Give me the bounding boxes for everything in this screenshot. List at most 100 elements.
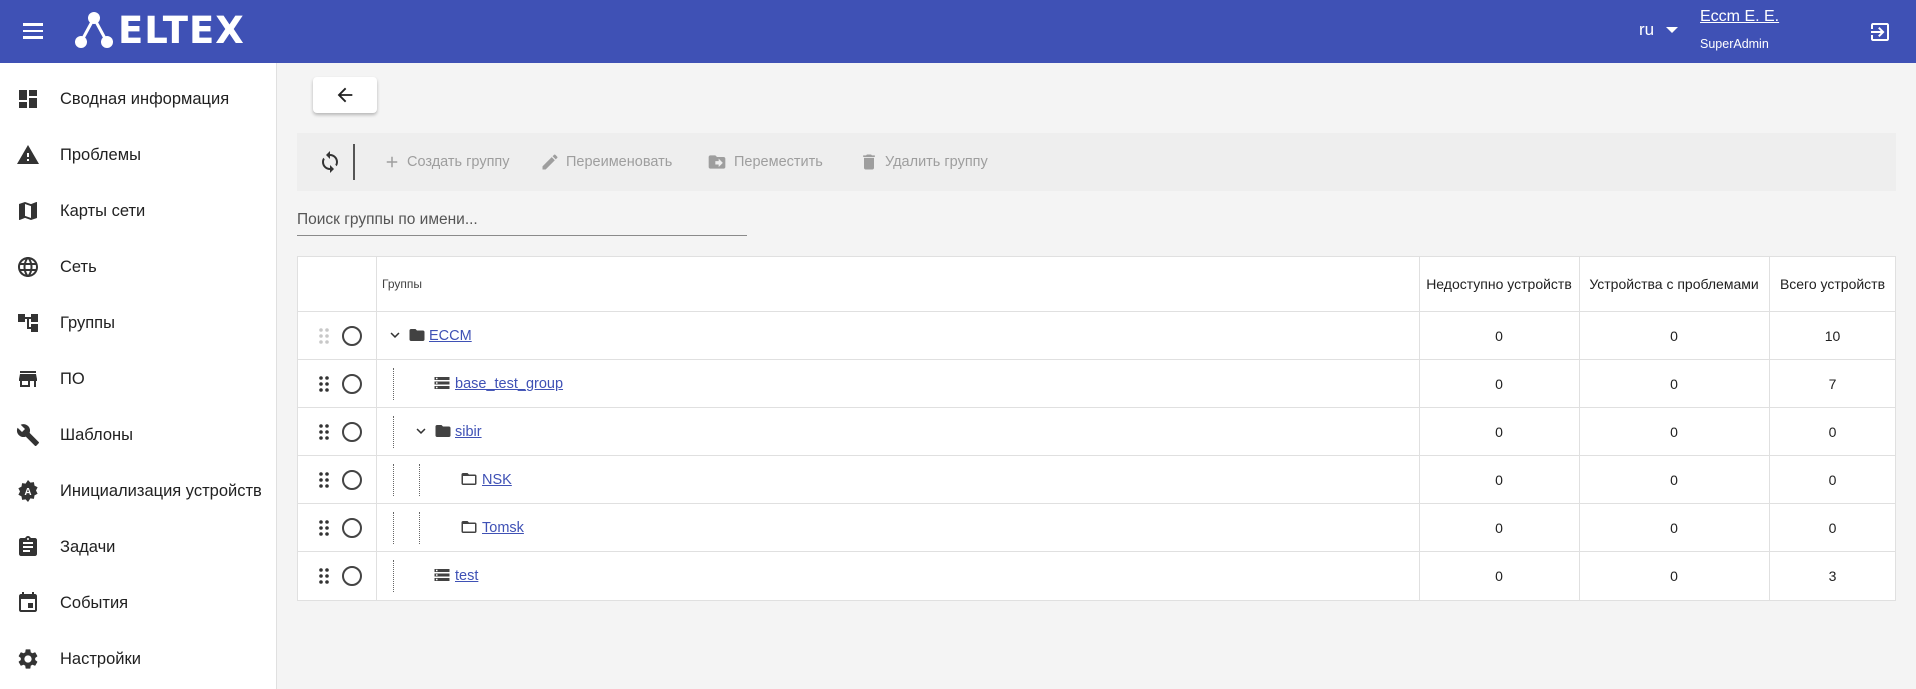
dropdown-caret-icon <box>1666 27 1679 33</box>
rename-label: Переименовать <box>566 154 673 170</box>
unavailable-count: 0 <box>1495 375 1503 392</box>
table-row[interactable]: test 0 0 3 <box>298 552 1895 600</box>
total-count: 7 <box>1828 375 1837 392</box>
folder-move-icon <box>708 155 726 169</box>
header-groups[interactable]: Группы <box>382 257 422 311</box>
sidebar: Сводная информация Проблемы Карты сети С… <box>0 63 277 689</box>
table-row[interactable]: sibir 0 0 0 <box>298 408 1895 456</box>
header-unavailable-devices[interactable]: Недоступно устройств <box>1419 257 1579 311</box>
sidebar-item-network-maps[interactable]: Карты сети <box>0 183 277 239</box>
trash-icon <box>863 154 875 170</box>
sidebar-item-device-init[interactable]: A Инициализация устройств <box>0 463 277 519</box>
total-count: 0 <box>1828 423 1837 440</box>
sidebar-item-label: Карты сети <box>60 201 146 220</box>
group-search-input[interactable] <box>297 206 747 234</box>
folder-icon <box>409 329 425 341</box>
rename-button[interactable]: Переименовать <box>540 150 672 174</box>
back-button[interactable] <box>313 77 377 113</box>
total-count: 10 <box>1824 327 1841 344</box>
dashboard-icon <box>19 90 37 108</box>
sidebar-item-software[interactable]: ПО <box>0 351 277 407</box>
sidebar-item-label: Инициализация устройств <box>60 481 262 500</box>
table-row[interactable]: ECCM 0 0 10 <box>298 312 1895 360</box>
group-name-link[interactable]: Tomsk <box>482 504 524 551</box>
sidebar-item-label: События <box>60 593 129 612</box>
drag-handle-icon[interactable] <box>314 360 334 407</box>
sidebar-item-label: Сеть <box>60 257 97 276</box>
unavailable-count: 0 <box>1495 423 1503 440</box>
unavailable-count: 0 <box>1495 327 1503 344</box>
row-radio[interactable] <box>342 360 364 407</box>
drag-handle-icon[interactable] <box>314 312 334 359</box>
groups-toolbar: Создать группу Переименовать Переместить… <box>297 133 1896 191</box>
row-radio[interactable] <box>342 312 364 359</box>
drag-handle-icon[interactable] <box>314 552 334 600</box>
top-app-bar: ELTEX ru Eccm E. E. SuperAdmin <box>0 0 1916 63</box>
row-radio[interactable] <box>342 504 364 551</box>
wrench-icon <box>16 424 39 446</box>
plus-icon <box>386 156 398 168</box>
warning-icon <box>17 145 39 164</box>
drag-handle-icon[interactable] <box>314 408 334 455</box>
sidebar-item-settings[interactable]: Настройки <box>0 631 277 687</box>
group-name-link[interactable]: sibir <box>455 408 482 455</box>
tree-guide-line <box>393 368 394 400</box>
refresh-icon[interactable] <box>318 150 342 174</box>
sidebar-item-tasks[interactable]: Задачи <box>0 519 277 575</box>
unavailable-count: 0 <box>1495 568 1503 584</box>
chevron-down-icon[interactable] <box>412 422 430 440</box>
total-count: 0 <box>1828 519 1837 536</box>
arrow-left-icon <box>337 87 353 103</box>
table-row[interactable]: Tomsk 0 0 0 <box>298 504 1895 552</box>
sidebar-item-groups[interactable]: Группы <box>0 295 277 351</box>
sidebar-item-events[interactable]: События <box>0 575 277 631</box>
table-header-row: Группы Недоступно устройств Устройства с… <box>298 257 1895 312</box>
group-name-link[interactable]: ECCM <box>429 312 472 359</box>
row-radio[interactable] <box>342 552 364 600</box>
tree-guide-line <box>419 464 420 496</box>
sidebar-item-label: Шаблоны <box>60 425 133 444</box>
group-name-link[interactable]: test <box>455 552 478 600</box>
drag-handle-icon[interactable] <box>314 456 334 503</box>
folder-outline-icon <box>461 521 477 533</box>
create-group-label: Создать группу <box>407 154 510 170</box>
create-group-button[interactable]: Создать группу <box>383 150 510 174</box>
table-row[interactable]: base_test_group 0 0 7 <box>298 360 1895 408</box>
drag-handle-icon[interactable] <box>314 504 334 551</box>
sidebar-item-network[interactable]: Сеть <box>0 239 277 295</box>
svg-text:A: A <box>24 487 31 498</box>
device-list-icon <box>434 377 450 389</box>
chevron-down-icon[interactable] <box>386 326 404 344</box>
sidebar-item-summary[interactable]: Сводная информация <box>0 71 277 127</box>
table-row[interactable]: NSK 0 0 0 <box>298 456 1895 504</box>
gear-icon <box>18 649 38 669</box>
language-value: ru <box>1639 20 1655 39</box>
header-total-devices[interactable]: Всего устройств <box>1769 257 1896 311</box>
total-count: 0 <box>1828 471 1837 488</box>
logout-icon[interactable] <box>1868 20 1892 44</box>
group-name-link[interactable]: base_test_group <box>455 360 563 407</box>
row-radio[interactable] <box>342 408 364 455</box>
eltex-logo: ELTEX <box>74 10 245 50</box>
map-icon <box>19 202 37 220</box>
move-button[interactable]: Переместить <box>706 150 823 174</box>
header-problem-devices[interactable]: Устройства с проблемами <box>1579 257 1769 311</box>
language-select[interactable]: ru <box>1639 20 1679 40</box>
unavailable-count: 0 <box>1495 471 1503 488</box>
sidebar-item-templates[interactable]: Шаблоны <box>0 407 277 463</box>
tree-guide-line <box>393 464 394 496</box>
problem-count: 0 <box>1670 471 1678 488</box>
move-label: Переместить <box>734 154 823 170</box>
delete-group-button[interactable]: Удалить группу <box>859 150 988 174</box>
sidebar-item-label: ПО <box>60 369 85 388</box>
row-radio[interactable] <box>342 456 364 503</box>
globe-icon <box>18 257 38 277</box>
problem-count: 0 <box>1670 519 1678 536</box>
total-count: 3 <box>1828 568 1837 584</box>
hamburger-menu-icon[interactable] <box>20 19 46 45</box>
problem-count: 0 <box>1670 423 1678 440</box>
sidebar-item-problems[interactable]: Проблемы <box>0 127 277 183</box>
pencil-icon <box>542 154 558 170</box>
group-name-link[interactable]: NSK <box>482 456 512 503</box>
user-name-link[interactable]: Eccm E. E. <box>1700 8 1779 26</box>
